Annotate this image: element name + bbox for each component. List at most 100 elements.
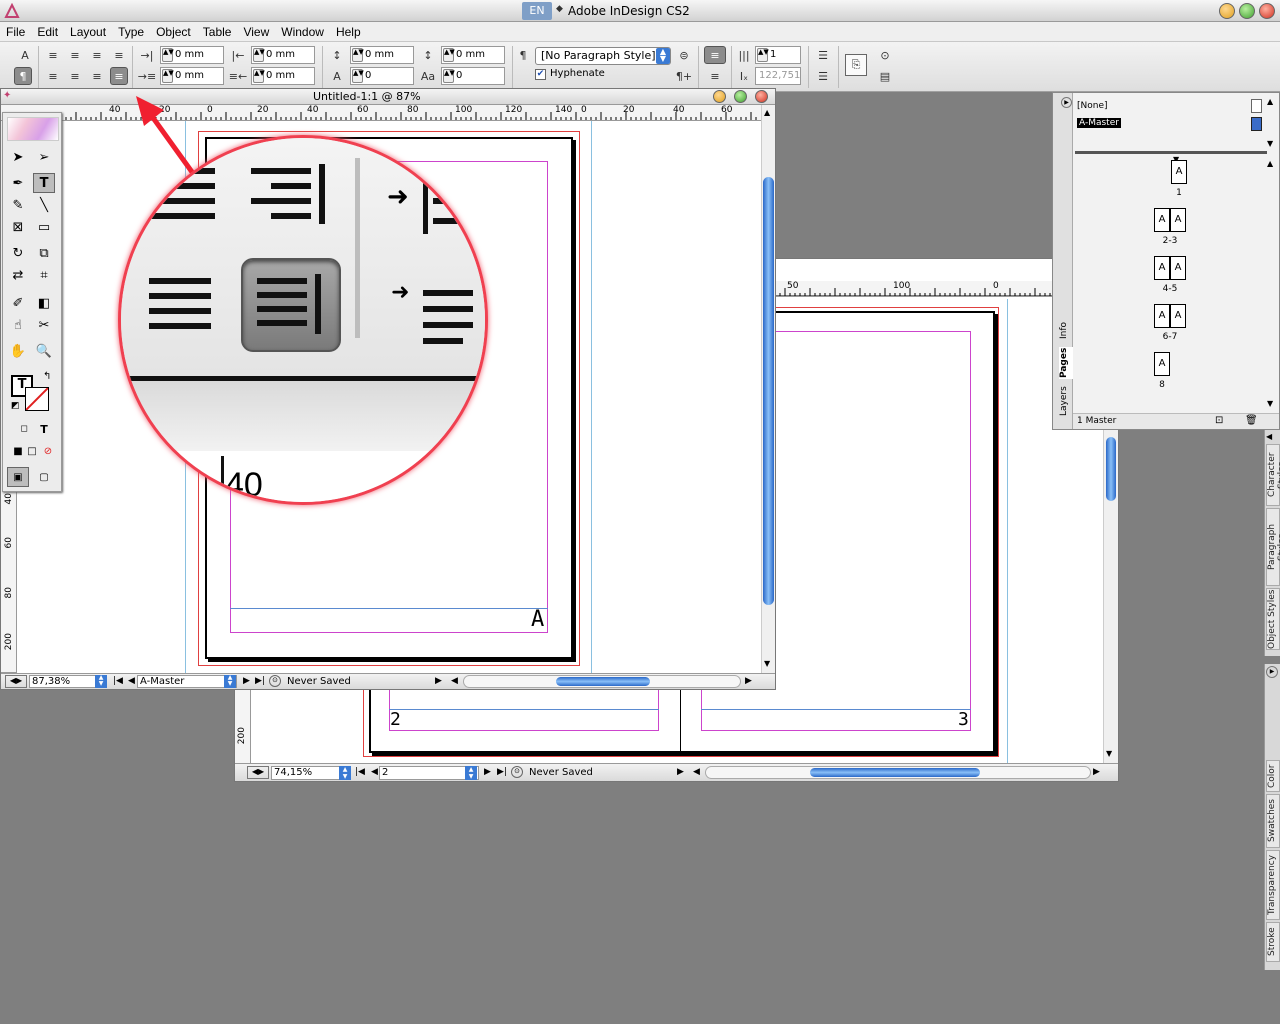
menu-edit[interactable]: Edit	[37, 25, 58, 39]
type-tool-icon[interactable]: T	[33, 173, 55, 193]
page-field[interactable]: A-Master	[137, 675, 237, 688]
status-menu-icon[interactable]: ▶	[435, 676, 442, 686]
menu-help[interactable]: Help	[336, 25, 361, 39]
masters-scroll-down-icon[interactable]: ▼	[1267, 139, 1273, 148]
left-indent-field[interactable]: ▲▼ 0 mm	[160, 46, 224, 64]
gradient-tool-icon[interactable]: ◧	[33, 293, 55, 313]
menu-table[interactable]: Table	[203, 25, 232, 39]
align-baseline-grid-icon[interactable]: ≡	[704, 67, 726, 85]
column-width-field[interactable]: 122,751 n	[755, 67, 801, 97]
page-dropdown-icon[interactable]: ▲ ▼	[465, 766, 477, 780]
doc-minimize-button[interactable]	[713, 90, 726, 103]
justify-center-icon[interactable]: ≡	[66, 67, 84, 85]
page-thumbnail[interactable]: A	[1154, 208, 1170, 232]
vertical-scrollbar[interactable]: ▲ ▼	[761, 105, 775, 673]
next-page-icon[interactable]: ▶	[243, 676, 250, 686]
character-mode-icon[interactable]: A	[16, 46, 34, 64]
tab-pages[interactable]: Pages	[1059, 347, 1073, 379]
menu-type[interactable]: Type	[118, 25, 144, 39]
new-page-icon[interactable]: ⊡	[1215, 415, 1223, 426]
scroll-right-icon[interactable]: ▶	[1093, 767, 1100, 777]
last-page-icon[interactable]: ▶|	[497, 767, 507, 777]
free-transform-tool-icon[interactable]: ⌗	[33, 265, 55, 285]
pen-tool-icon[interactable]: ✒	[7, 173, 29, 193]
paragraph-mode-icon[interactable]: ¶	[14, 67, 32, 85]
tab-character-styles[interactable]: Character Styles	[1266, 444, 1280, 506]
drop-cap-chars-field[interactable]: ▲▼ 0	[441, 67, 505, 85]
bulleted-list-icon[interactable]: ☰	[814, 46, 832, 64]
maximize-button[interactable]	[1239, 3, 1255, 19]
space-before-field[interactable]: ▲▼ 0 mm	[350, 46, 414, 64]
scroll-left-icon[interactable]: ◀	[451, 676, 458, 686]
zoom-dropdown-icon[interactable]: ▲ ▼	[339, 766, 351, 780]
tab-layers[interactable]: Layers	[1059, 385, 1073, 417]
hyphenate-checkbox[interactable]: ✔	[535, 69, 546, 80]
page-thumbnail[interactable]: A	[1154, 304, 1170, 328]
next-page-icon[interactable]: ▶	[484, 767, 491, 777]
pencil-tool-icon[interactable]: ✎	[7, 195, 29, 215]
dock-options-icon[interactable]: ▶	[1266, 666, 1278, 678]
page-thumbnail[interactable]: A	[1170, 256, 1186, 280]
scroll-right-icon[interactable]: ▶	[745, 676, 752, 686]
normal-view-icon[interactable]: ▣	[7, 467, 29, 487]
horizontal-scroll-thumb[interactable]	[810, 768, 980, 777]
direct-selection-tool-icon[interactable]: ➢	[33, 147, 55, 167]
tab-object-styles[interactable]: Object Styles	[1266, 588, 1280, 650]
rectangle-tool-icon[interactable]: ▭	[33, 217, 55, 237]
last-page-icon[interactable]: ▶|	[255, 676, 265, 686]
a-master-label[interactable]: A-Master	[1077, 118, 1121, 128]
line-tool-icon[interactable]: ╲	[33, 195, 55, 215]
last-line-indent-field[interactable]: ▲▼ 0 mm	[251, 67, 315, 85]
dock-expand-icon[interactable]: ◀	[1266, 432, 1272, 441]
stroke-swatch[interactable]	[25, 387, 49, 411]
vertical-scroll-thumb[interactable]	[763, 177, 774, 605]
drop-cap-lines-field[interactable]: ▲▼ 0	[350, 67, 414, 85]
page-thumbnail[interactable]: A	[1170, 304, 1186, 328]
menu-layout[interactable]: Layout	[70, 25, 106, 39]
page-thumbnail[interactable]: A	[1171, 160, 1187, 184]
page-thumbnail[interactable]: A	[1170, 208, 1186, 232]
justify-left-icon[interactable]: ≡	[44, 67, 62, 85]
shear-tool-icon[interactable]: ⇄	[7, 265, 29, 285]
selection-tool-icon[interactable]: ➤	[7, 147, 29, 167]
rectangle-frame-tool-icon[interactable]: ⊠	[7, 217, 29, 237]
tab-info[interactable]: Info	[1059, 317, 1073, 343]
justify-all-icon[interactable]: ≡	[88, 67, 106, 85]
zoom-toggle-icon[interactable]: ◀▶	[247, 766, 269, 779]
page-dropdown-icon[interactable]: ▲ ▼	[224, 675, 236, 688]
menu-object[interactable]: Object	[156, 25, 191, 39]
first-page-icon[interactable]: |◀	[113, 676, 123, 686]
tab-stroke[interactable]: Stroke	[1266, 922, 1280, 962]
doc-close-button[interactable]	[755, 90, 768, 103]
eyedropper-tool-icon[interactable]: ✐	[7, 293, 29, 313]
do-not-align-baseline-icon[interactable]: ≡	[704, 46, 726, 64]
apply-none-icon[interactable]: ⊘	[37, 441, 59, 461]
tab-paragraph-styles[interactable]: Paragraph Styles	[1266, 508, 1280, 586]
close-button[interactable]	[1259, 3, 1275, 19]
tab-transparency[interactable]: Transparency	[1266, 850, 1280, 920]
previous-page-icon[interactable]: ◀	[371, 767, 378, 777]
paragraph-style-dropdown-icon[interactable]: ▲ ▼	[656, 48, 670, 64]
first-line-indent-field[interactable]: ▲▼ 0 mm	[160, 67, 224, 85]
align-towards-spine-icon[interactable]: ≡	[110, 46, 128, 64]
page-thumbnail[interactable]: A	[1154, 256, 1170, 280]
panel-menu-icon[interactable]: ⊙	[876, 46, 894, 64]
align-right-icon[interactable]: ≡	[88, 46, 106, 64]
clear-overrides-icon[interactable]: ¶+	[675, 67, 693, 85]
scroll-down-icon[interactable]: ▼	[764, 659, 770, 668]
zoom-dropdown-icon[interactable]: ▲ ▼	[95, 675, 107, 688]
panel-options-icon[interactable]: ▶	[1061, 97, 1072, 108]
hand-tool-icon[interactable]: ✋	[7, 341, 29, 361]
scroll-down-icon[interactable]: ▼	[1106, 749, 1112, 758]
scale-tool-icon[interactable]: ⧉	[33, 243, 55, 263]
align-left-icon[interactable]: ≡	[44, 46, 62, 64]
numbered-list-icon[interactable]: ☰	[814, 67, 832, 85]
columns-field[interactable]: ▲▼ 1	[755, 46, 801, 64]
style-options-icon[interactable]: ⊜	[675, 46, 693, 64]
language-indicator[interactable]: EN	[522, 2, 552, 20]
page-field[interactable]: 2	[379, 766, 479, 780]
bridge-icon[interactable]: ⎘	[845, 54, 867, 76]
align-away-from-spine-icon[interactable]: ≡	[110, 67, 128, 85]
status-menu-icon[interactable]: ▶	[677, 767, 684, 777]
first-page-icon[interactable]: |◀	[355, 767, 365, 777]
